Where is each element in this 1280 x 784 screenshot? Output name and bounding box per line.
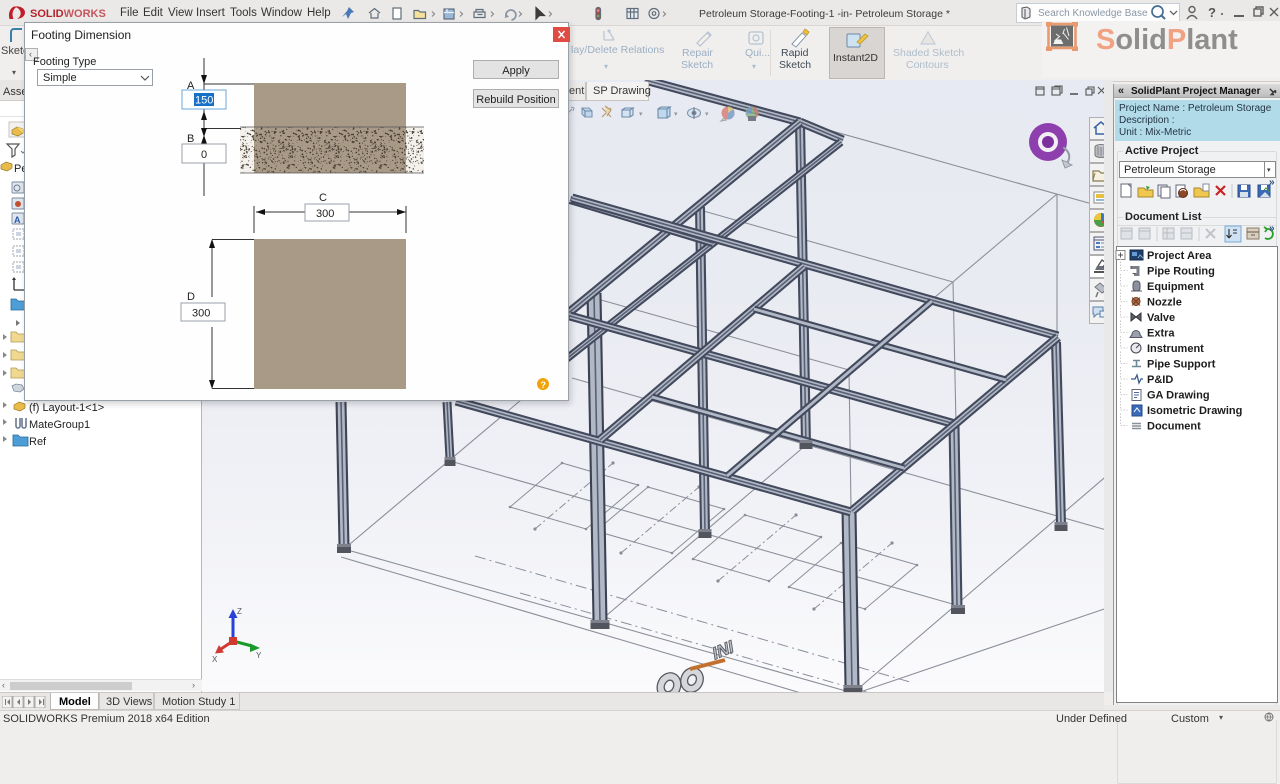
svg-text:Project Area: Project Area — [1147, 250, 1212, 262]
svg-text:Pipe Support: Pipe Support — [1147, 359, 1216, 371]
svg-text:D: D — [187, 291, 195, 303]
svg-text:Valve: Valve — [1147, 312, 1175, 324]
svg-text:GA Drawing: GA Drawing — [1147, 390, 1210, 402]
svg-text:Ref: Ref — [29, 436, 47, 448]
svg-text:Equipment: Equipment — [1147, 281, 1204, 293]
svg-text:(f) Layout-1<1>: (f) Layout-1<1> — [29, 402, 104, 414]
svg-text:C: C — [319, 192, 327, 204]
svg-text:Extra: Extra — [1147, 328, 1175, 340]
svg-text:?: ? — [541, 380, 547, 390]
svg-text:P&ID: P&ID — [1147, 374, 1173, 386]
svg-text:Nozzle: Nozzle — [1147, 297, 1182, 309]
svg-text:Instrument: Instrument — [1147, 343, 1204, 355]
svg-text:X: X — [212, 655, 218, 664]
svg-text:A: A — [14, 215, 21, 225]
svg-text:300: 300 — [316, 208, 334, 220]
svg-text:Document: Document — [1147, 421, 1201, 433]
svg-text:Isometric Drawing: Isometric Drawing — [1147, 405, 1242, 417]
svg-text:Z: Z — [237, 607, 242, 616]
svg-text:▾: ▾ — [639, 111, 643, 118]
svg-text:▾: ▾ — [674, 111, 678, 118]
svg-text:300: 300 — [192, 308, 210, 320]
svg-text:▾: ▾ — [705, 111, 709, 118]
svg-text:150: 150 — [195, 95, 213, 107]
svg-text:?: ? — [1208, 5, 1216, 20]
svg-text:MateGroup1: MateGroup1 — [29, 419, 90, 431]
svg-text:Y: Y — [256, 651, 262, 660]
svg-text:INI: INI — [711, 635, 734, 664]
svg-text:B: B — [187, 133, 194, 145]
svg-text:0: 0 — [201, 149, 207, 161]
svg-text:Pipe Routing: Pipe Routing — [1147, 266, 1215, 278]
